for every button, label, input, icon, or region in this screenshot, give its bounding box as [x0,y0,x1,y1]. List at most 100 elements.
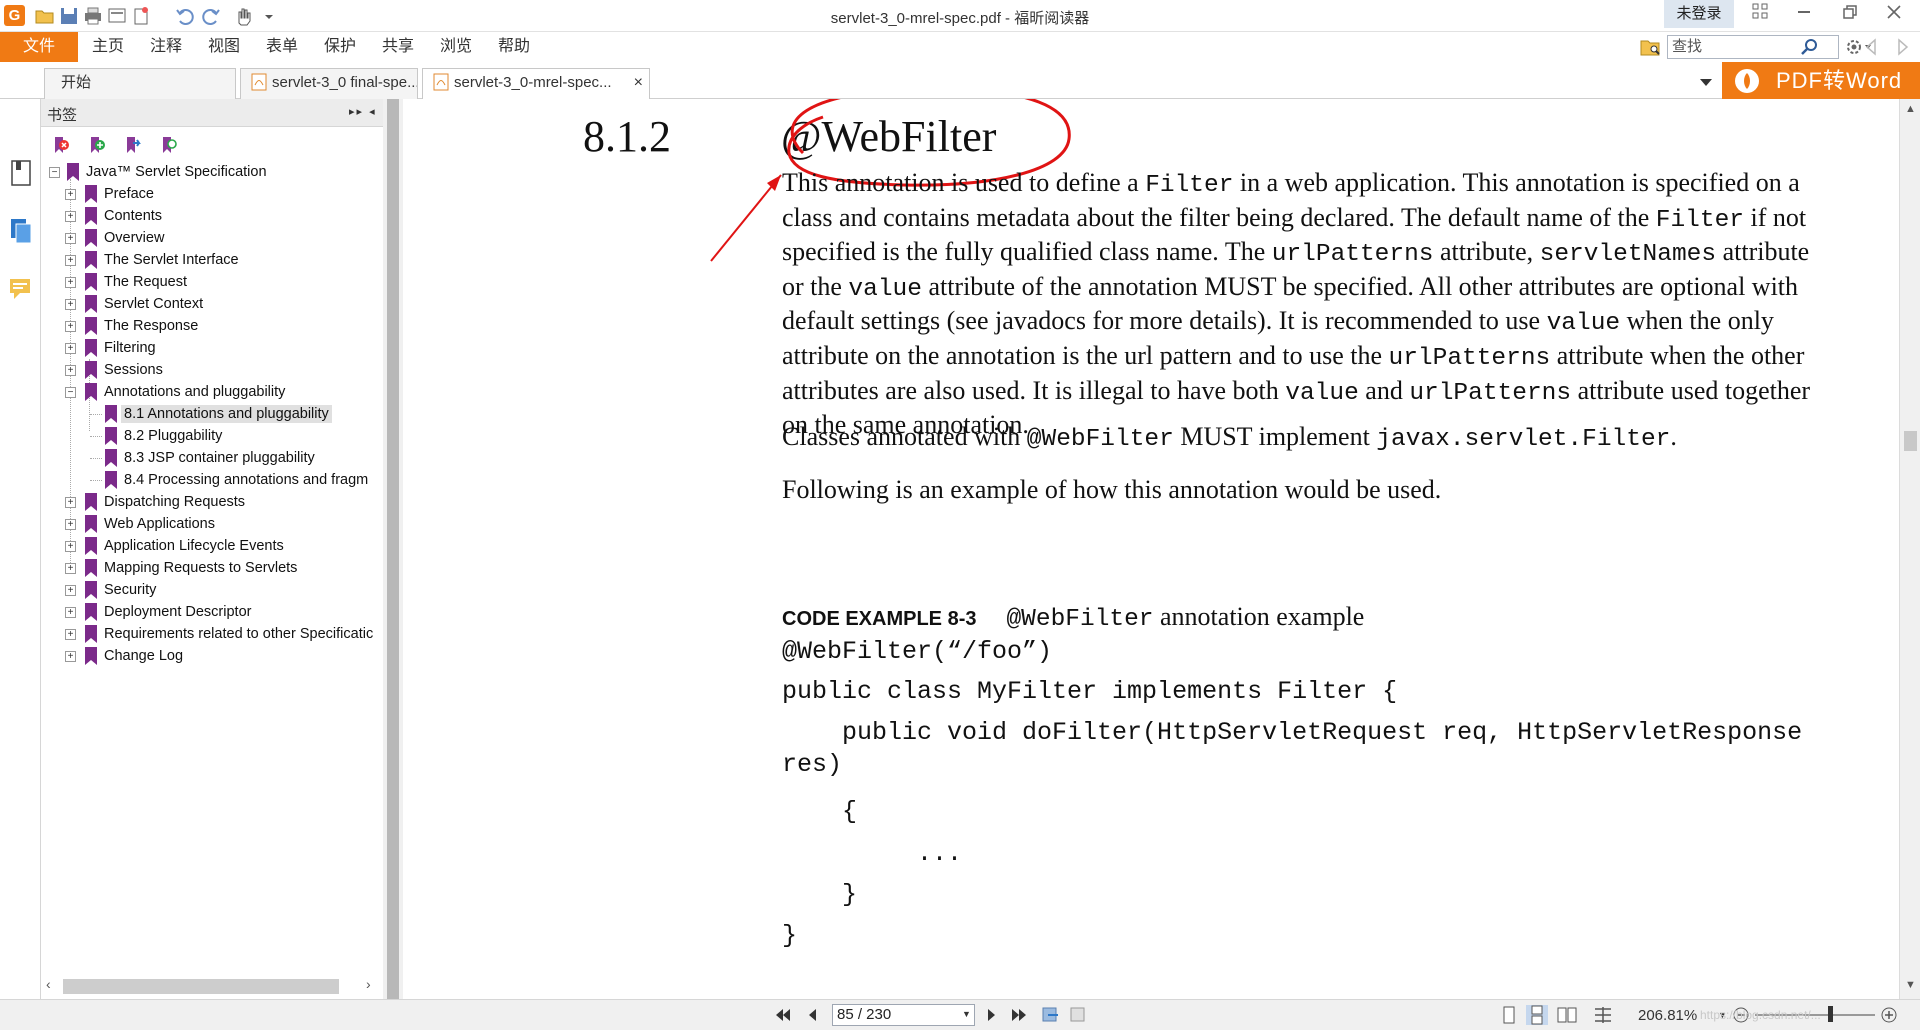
menu-comment[interactable]: 注释 [150,32,182,62]
facing-view-icon[interactable] [1556,1005,1578,1025]
next-view-icon[interactable] [1068,1005,1090,1025]
expand-toggle-icon[interactable]: + [65,321,76,332]
tab-start[interactable]: 开始 [44,68,236,99]
next-page-icon[interactable] [980,1005,1002,1025]
undo-icon[interactable] [174,5,196,27]
panel-collapse-icon[interactable]: ▸▸ ◂ [349,105,379,121]
expand-toggle-icon[interactable]: + [65,629,76,640]
continuous-facing-view-icon[interactable] [1592,1005,1614,1025]
page-number-input[interactable]: 85 / 230 [832,1004,975,1026]
menu-bar: 文件 主页 注释 视图 表单 保护 共享 浏览 帮助 查找 [0,32,1920,62]
view-icon[interactable] [106,5,128,27]
close-window-icon[interactable] [1874,2,1914,28]
tab-list-dropdown-icon[interactable] [1698,74,1714,90]
zoom-level[interactable]: 206.81% [1638,1007,1697,1024]
menu-view[interactable]: 视图 [208,32,240,62]
restore-icon[interactable] [1830,2,1870,28]
customize-quick-access-icon[interactable] [258,5,273,27]
zoom-out-icon[interactable] [1730,1005,1752,1025]
paragraph-1: This annotation is used to define a Filt… [782,167,1812,441]
redo-icon[interactable] [200,5,222,27]
menu-form[interactable]: 表单 [266,32,298,62]
scrollbar-thumb[interactable] [1904,431,1917,451]
expand-toggle-icon[interactable]: + [65,651,76,662]
zoom-slider[interactable] [1755,1014,1875,1016]
continuous-view-icon[interactable] [1526,1005,1548,1025]
zoom-dropdown-icon[interactable]: ▼ [1718,1010,1727,1020]
collapse-toggle-icon[interactable]: − [65,387,76,398]
expand-toggle-icon[interactable]: + [65,585,76,596]
paragraph-text: This annotation is used to define a [782,168,1146,197]
collapse-toggle-icon[interactable]: − [49,167,60,178]
zoom-in-icon[interactable] [1878,1005,1900,1025]
first-page-icon[interactable] [772,1005,794,1025]
find-bookmark-icon[interactable] [159,135,179,155]
bookmark-label: Application Lifecycle Events [104,538,284,554]
bookmark-icon [85,273,97,291]
new-doc-icon[interactable] [130,5,152,27]
nav-forward-icon[interactable] [1892,37,1912,57]
single-page-view-icon[interactable] [1498,1005,1520,1025]
menu-share[interactable]: 共享 [382,32,414,62]
scroll-down-icon[interactable]: ▼ [1905,979,1916,991]
pages-panel-icon[interactable] [8,217,34,245]
previous-page-icon[interactable] [802,1005,824,1025]
search-icon[interactable] [1800,37,1820,57]
bookmark-icon [105,427,117,445]
tab-servlet-final-spec[interactable]: servlet-3_0 final-spe... [240,68,418,99]
app-logo[interactable]: G [4,5,25,26]
zoom-slider-thumb[interactable] [1828,1006,1833,1022]
add-bookmark-icon[interactable] [87,135,107,155]
code-line: @WebFilter(“/foo”) [782,637,1053,666]
print-icon[interactable] [82,5,104,27]
expand-toggle-icon[interactable]: + [65,563,76,574]
expand-toggle-icon[interactable]: + [65,497,76,508]
layout-icon[interactable] [1740,2,1780,28]
panel-splitter[interactable] [383,99,403,999]
comments-panel-icon[interactable] [8,275,34,303]
expand-toggle-icon[interactable]: + [65,233,76,244]
document-tab-bar: 开始 servlet-3_0 final-spe... servlet-3_0-… [0,62,1920,99]
expand-toggle-icon[interactable]: + [65,519,76,530]
menu-protect[interactable]: 保护 [324,32,356,62]
expand-toggle-icon[interactable]: + [65,255,76,266]
delete-bookmark-icon[interactable] [51,135,71,155]
expand-toggle-icon[interactable]: + [65,277,76,288]
document-vertical-scrollbar[interactable]: ▲ ▼ [1899,99,1920,999]
splitter-handle[interactable] [387,99,399,999]
code-term: value [848,275,922,303]
page-dropdown-icon[interactable]: ▼ [962,1009,971,1019]
save-icon[interactable] [58,5,80,27]
login-button[interactable]: 未登录 [1664,0,1734,28]
menu-home[interactable]: 主页 [92,32,124,62]
document-page[interactable]: 8.1.2 @WebFilter This annotation is used… [403,99,1899,999]
open-folder-icon[interactable] [34,5,56,27]
menu-help[interactable]: 帮助 [498,32,530,62]
scroll-right-icon[interactable]: › [366,976,371,992]
last-page-icon[interactable] [1008,1005,1030,1025]
expand-toggle-icon[interactable]: + [65,211,76,222]
close-tab-icon[interactable]: × [634,69,643,97]
menu-file[interactable]: 文件 [0,32,78,62]
expand-toggle-icon[interactable]: + [65,365,76,376]
expand-toggle-icon[interactable]: + [65,343,76,354]
bookmark-icon [85,581,97,599]
tab-servlet-mrel-spec[interactable]: servlet-3_0-mrel-spec... × [422,68,650,99]
scroll-left-icon[interactable]: ‹ [46,976,51,992]
expand-toggle-icon[interactable]: + [65,189,76,200]
minimize-icon[interactable] [1784,2,1824,28]
expand-toggle-icon[interactable]: + [65,607,76,618]
scroll-up-icon[interactable]: ▲ [1905,103,1916,115]
scrollbar-thumb[interactable] [63,979,339,994]
section-number: 8.1.2 [583,112,671,161]
bookmark-horizontal-scrollbar[interactable]: ‹ › [41,973,383,999]
nav-back-icon[interactable] [1862,37,1882,57]
previous-view-icon[interactable] [1040,1005,1062,1025]
move-bookmark-icon[interactable] [123,135,143,155]
expand-toggle-icon[interactable]: + [65,541,76,552]
menu-browse[interactable]: 浏览 [440,32,472,62]
hand-tool-icon[interactable] [232,5,254,27]
folder-search-icon[interactable] [1640,37,1662,57]
bookmarks-panel-icon[interactable] [8,159,34,187]
expand-toggle-icon[interactable]: + [65,299,76,310]
